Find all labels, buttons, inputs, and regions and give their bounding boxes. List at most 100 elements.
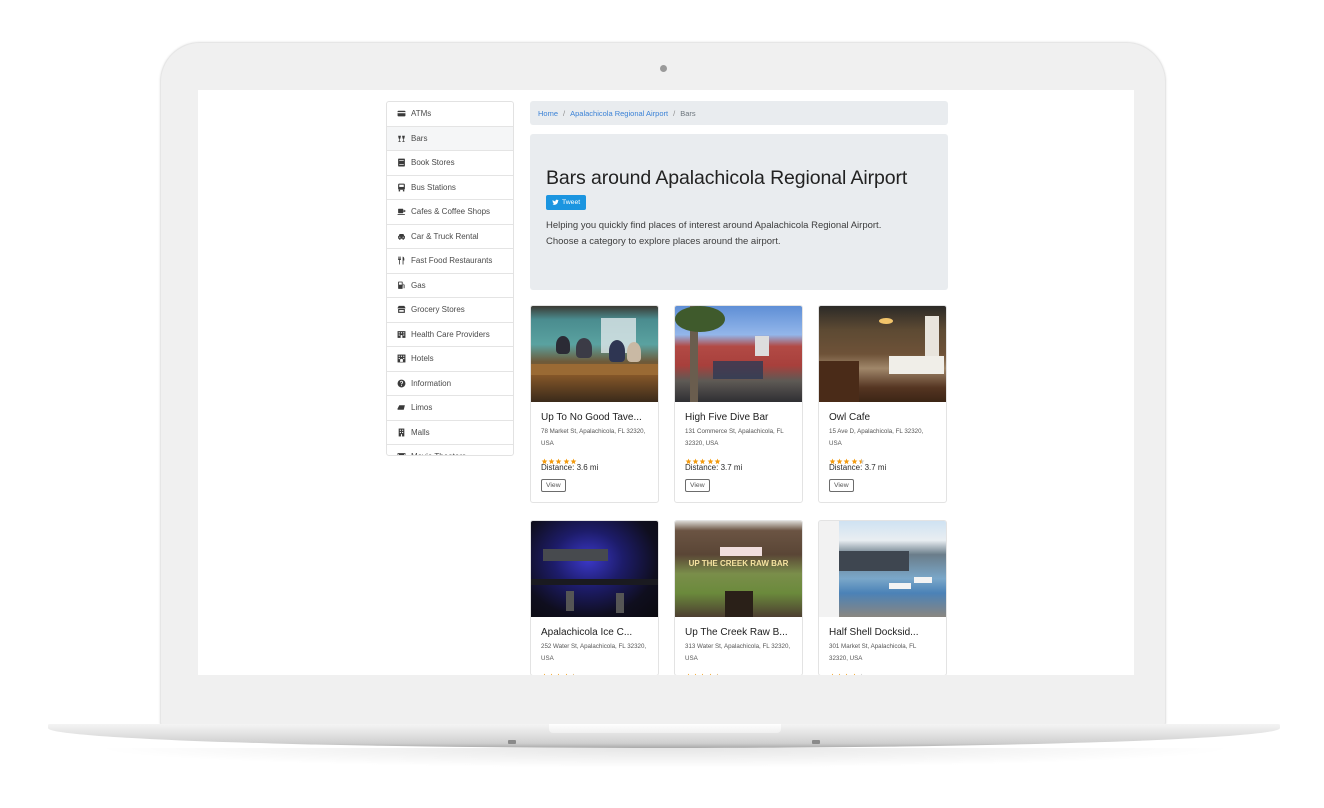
place-name: High Five Dive Bar (685, 412, 769, 423)
star-icon (851, 667, 858, 675)
book-icon (396, 158, 406, 168)
sidebar-item-limos[interactable]: Limos (387, 396, 513, 421)
sidebar-item-label: Bars (411, 133, 428, 143)
sidebar-item-movie-theaters[interactable]: Movie Theaters (387, 445, 513, 455)
bus-icon (396, 182, 406, 192)
laptop-camera (660, 65, 667, 72)
star-icon (699, 667, 706, 675)
sidebar-item-hotels[interactable]: Hotels (387, 347, 513, 372)
sidebar-item-grocery-stores[interactable]: Grocery Stores (387, 298, 513, 323)
twitter-bird-icon (552, 199, 559, 205)
star-icon (843, 667, 850, 675)
star-icon (541, 452, 548, 465)
place-photo[interactable] (819, 521, 946, 617)
sidebar-item-label: Information (411, 378, 452, 388)
star-rating (829, 666, 936, 675)
star-icon (685, 452, 692, 465)
sidebar-item-malls[interactable]: Malls (387, 421, 513, 445)
hero-description: Helping you quickly find places of inter… (546, 218, 932, 249)
place-name: Half Shell Docksid... (829, 627, 919, 638)
browser-screen: ATMs Bars Book Stores Bus Stations Cafes & C… (198, 90, 1134, 675)
sidebar-item-health-care-providers[interactable]: Health Care Providers (387, 323, 513, 347)
laptop-shadow (90, 748, 1240, 768)
place-card: Apalachicola Ice C... 252 Water St, Apala… (530, 520, 659, 675)
place-photo[interactable] (531, 521, 658, 617)
hero-jumbotron: Bars around Apalachicola Regional Airpor… (530, 134, 948, 290)
star-icon (692, 452, 699, 465)
view-button[interactable]: View (685, 479, 710, 492)
sidebar-item-label: Cafes & Coffee Shops (411, 207, 491, 217)
breadcrumb-current: Bars (680, 108, 696, 118)
sidebar-item-label: Limos (411, 403, 433, 413)
sidebar-item-bus-stations[interactable]: Bus Stations (387, 176, 513, 200)
car-icon (396, 231, 406, 241)
star-icon (836, 452, 843, 465)
breadcrumb-separator: / (563, 108, 566, 118)
sidebar-item-label: Bus Stations (411, 182, 456, 192)
place-distance: Distance: 3.7 mi (685, 463, 743, 472)
building-icon (396, 427, 406, 437)
star-rating (541, 666, 648, 675)
place-address: 131 Commerce St, Apalachicola, FL 32320,… (685, 428, 784, 447)
sidebar-item-cafes-coffee-shops[interactable]: Cafes & Coffee Shops (387, 200, 513, 225)
star-icon (858, 452, 865, 465)
sidebar-item-label: Health Care Providers (411, 329, 490, 339)
star-icon (548, 452, 555, 465)
star-rating (685, 666, 792, 675)
sidebar-item-information[interactable]: Information (387, 372, 513, 396)
star-icon (714, 452, 721, 465)
page-title: Bars around Apalachicola Regional Airpor… (546, 167, 908, 189)
view-button[interactable]: View (829, 479, 854, 492)
breadcrumb: Home / Apalachicola Regional Airport / B… (530, 101, 948, 125)
sidebar-item-label: Movie Theaters (411, 452, 466, 455)
place-photo[interactable]: UP THE CREEK RAW BAR (675, 521, 802, 617)
place-name: Up To No Good Tave... (541, 412, 642, 423)
star-icon (555, 452, 562, 465)
gas-pump-icon (396, 280, 406, 290)
sidebar-item-label: ATMs (411, 109, 432, 119)
star-icon (851, 452, 858, 465)
laptop-notch (549, 724, 781, 733)
place-card: Half Shell Docksid... 301 Market St, Apal… (818, 520, 947, 675)
star-icon (555, 667, 562, 675)
star-icon (692, 667, 699, 675)
sidebar-item-label: Gas (411, 280, 426, 290)
place-card: UP THE CREEK RAW BAR Up The Creek Raw B..… (674, 520, 803, 675)
sidebar-item-fast-food-restaurants[interactable]: Fast Food Restaurants (387, 249, 513, 274)
sidebar-item-car-truck-rental[interactable]: Car & Truck Rental (387, 225, 513, 249)
place-distance: Distance: 3.6 mi (541, 463, 599, 472)
sidebar-item-label: Grocery Stores (411, 305, 465, 315)
category-sidebar: ATMs Bars Book Stores Bus Stations Cafes & C… (386, 101, 514, 456)
breadcrumb-airport[interactable]: Apalachicola Regional Airport (570, 109, 668, 118)
sidebar-item-label: Book Stores (411, 158, 455, 168)
sidebar-item-gas[interactable]: Gas (387, 274, 513, 298)
star-rating (541, 451, 648, 465)
tweet-button[interactable]: Tweet (546, 195, 587, 210)
star-icon (714, 667, 721, 675)
film-icon (396, 452, 406, 455)
breadcrumb-home[interactable]: Home (538, 109, 558, 118)
place-address: 252 Water St, Apalachicola, FL 32320, US… (541, 643, 647, 662)
view-button[interactable]: View (541, 479, 566, 492)
place-address: 301 Market St, Apalachicola, FL 32320, U… (829, 643, 917, 662)
place-address: 78 Market St, Apalachicola, FL 32320, US… (541, 428, 646, 447)
hospital-icon (396, 329, 406, 339)
place-photo[interactable] (675, 306, 802, 402)
store-icon (396, 305, 406, 315)
place-photo[interactable] (531, 306, 658, 402)
star-icon (836, 667, 843, 675)
sidebar-item-atms[interactable]: ATMs (387, 102, 513, 127)
sidebar-item-bars[interactable]: Bars (387, 126, 513, 151)
credit-card-icon (396, 109, 406, 119)
sidebar-item-label: Hotels (411, 354, 434, 364)
place-name: Owl Cafe (829, 412, 871, 423)
sidebar-item-label: Car & Truck Rental (411, 231, 479, 241)
breadcrumb-separator: / (673, 108, 676, 118)
star-icon (685, 667, 692, 675)
star-icon (858, 667, 865, 675)
star-icon (707, 667, 714, 675)
place-photo[interactable] (819, 306, 946, 402)
sidebar-item-book-stores[interactable]: Book Stores (387, 151, 513, 176)
coffee-icon (396, 207, 406, 217)
glasses-cheers-icon (396, 133, 406, 143)
